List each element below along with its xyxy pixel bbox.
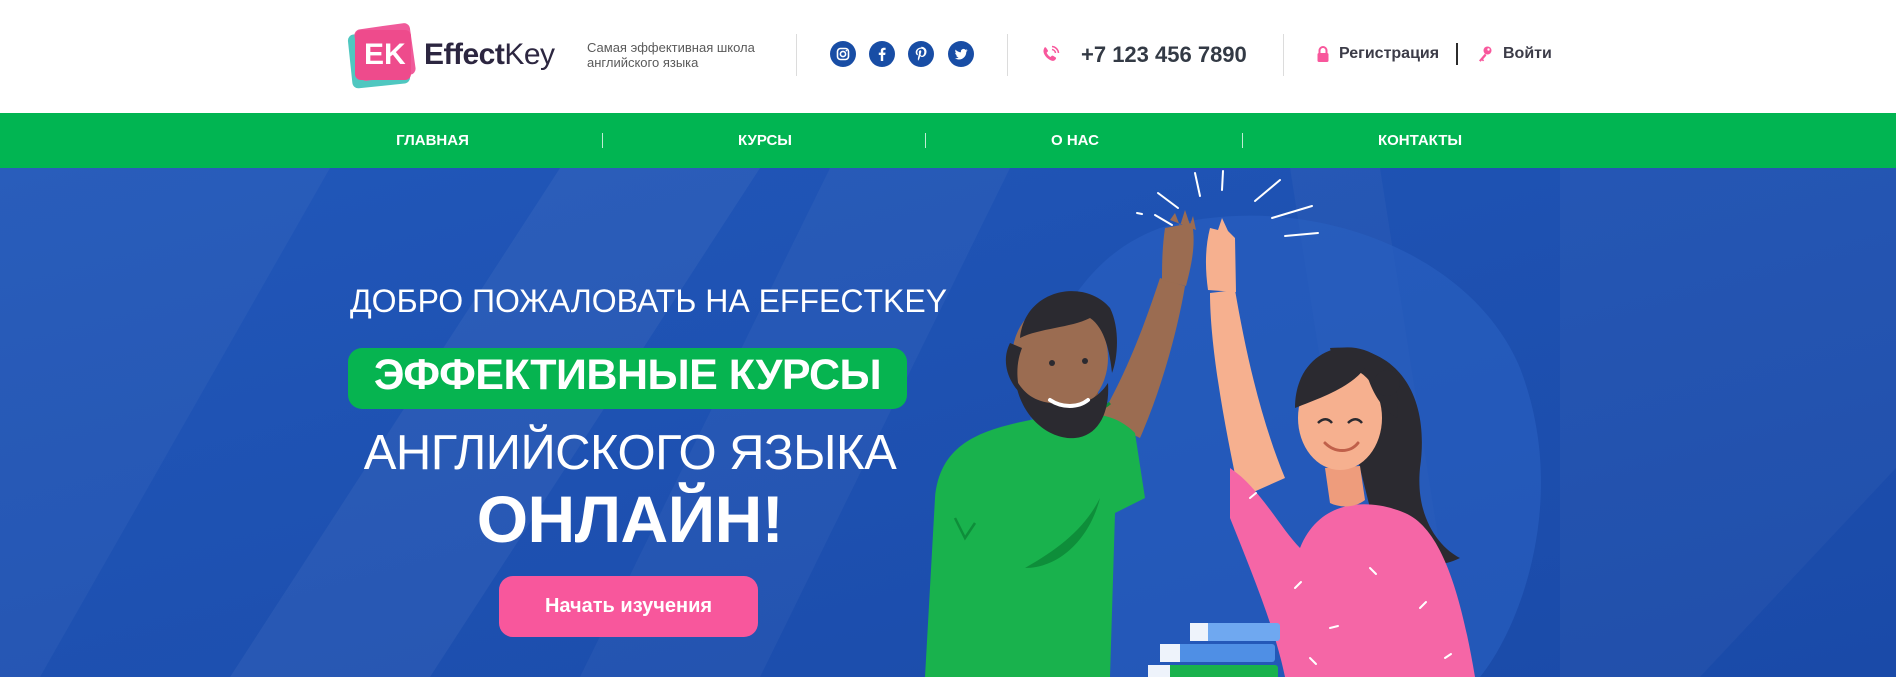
site-header: EK EffectKey Самая эффективная школа анг… [0,0,1896,113]
instagram-icon [836,47,850,61]
hero-highlight: ЭФФЕКТИВНЫЕ КУРСЫ [373,351,882,399]
nav-divider [602,133,603,148]
pinterest-link[interactable] [908,41,934,67]
brand-name: EffectKey [424,38,555,72]
main-nav: ГЛАВНАЯ КУРСЫ О НАС КОНТАКТЫ [0,113,1896,168]
instagram-link[interactable] [830,41,856,67]
brand-name-bold: Effect [424,38,505,71]
nav-item-about[interactable]: О НАС [1000,113,1150,168]
pinterest-icon [915,46,927,61]
books-stack [1148,623,1280,677]
brand-name-light: Key [504,38,555,71]
auth-divider [1456,43,1458,65]
facebook-link[interactable] [869,41,895,67]
nav-divider [1242,133,1243,148]
nav-item-courses[interactable]: КУРСЫ [680,113,850,168]
phone-number[interactable]: +7 123 456 7890 [1081,42,1247,68]
man-figure [925,210,1196,677]
register-link[interactable]: Регистрация [1339,45,1439,63]
nav-divider [925,133,926,148]
twitter-icon [954,48,968,60]
logo[interactable]: EK EffectKey [347,18,557,90]
lock-icon [1317,46,1329,62]
header-divider [1007,34,1008,76]
brand-tagline: Самая эффективная школа английского язык… [587,40,755,70]
twitter-link[interactable] [948,41,974,67]
hero-welcome: ДОБРО ПОЖАЛОВАТЬ НА EFFECTKEY [350,283,948,319]
login-link[interactable]: Войти [1503,45,1552,63]
logo-mark-text: EK [364,38,406,71]
facebook-icon [878,47,886,61]
nav-item-home[interactable]: ГЛАВНАЯ [350,113,515,168]
phone-icon [1043,45,1060,61]
high-five-illustration [925,170,1475,677]
header-divider [796,34,797,76]
hero-line-3: ОНЛАЙН! [476,482,784,556]
nav-item-contacts[interactable]: КОНТАКТЫ [1330,113,1510,168]
start-learning-button[interactable]: Начать изучения [499,576,758,637]
header-divider [1283,34,1284,76]
hero-section: ДОБРО ПОЖАЛОВАТЬ НА EFFECTKEY ЭФФЕКТИВНЫ… [0,168,1896,677]
woman-figure [1205,218,1475,677]
key-icon [1479,46,1492,62]
hero-line-2: АНГЛИЙСКОГО ЯЗЫКА [363,426,897,480]
spark-lines [1136,170,1319,237]
